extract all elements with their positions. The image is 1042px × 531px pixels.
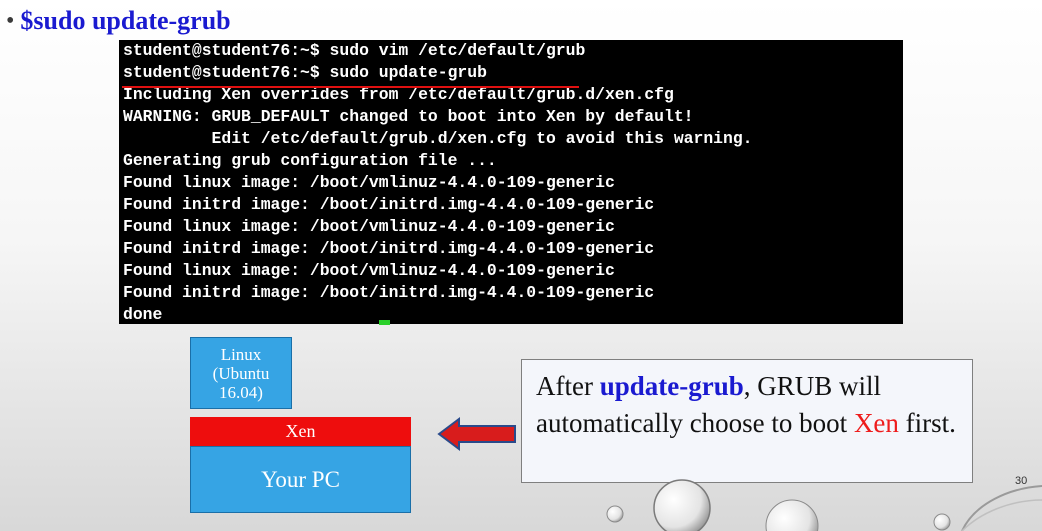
terminal-line: Found initrd image: /boot/initrd.img-4.4…: [123, 239, 655, 258]
terminal-line: Found initrd image: /boot/initrd.img-4.4…: [123, 195, 655, 214]
command-underline: [122, 86, 579, 88]
terminal-line: done: [123, 305, 163, 324]
terminal-line: student@student76:~$ sudo vim /etc/defau…: [123, 41, 586, 60]
callout-text: first.: [898, 408, 956, 438]
callout-text: After: [536, 371, 600, 401]
terminal-line: WARNING: GRUB_DEFAULT changed to boot in…: [123, 107, 694, 126]
terminal-line: Found linux image: /boot/vmlinuz-4.4.0-1…: [123, 261, 615, 280]
terminal-line: student@student76:~$ sudo update-grub: [123, 63, 487, 82]
terminal-line: Edit /etc/default/grub.d/xen.cfg to avoi…: [123, 129, 753, 148]
linux-label-line3: 16.04): [219, 382, 263, 402]
terminal-line: Including Xen overrides from /etc/defaul…: [123, 85, 674, 104]
terminal-line: Found linux image: /boot/vmlinuz-4.4.0-1…: [123, 173, 615, 192]
your-pc-box: Your PC: [190, 446, 411, 513]
linux-box: Linux (Ubuntu 16.04): [190, 337, 292, 409]
terminal-screenshot: student@student76:~$ sudo vim /etc/defau…: [119, 40, 903, 324]
terminal-cursor: [379, 320, 390, 325]
water-droplets-decoration: [606, 479, 1042, 531]
callout-highlight: update-grub: [599, 371, 744, 401]
callout-red-word: Xen: [853, 408, 899, 438]
callout-box: After update-grub, GRUB will automatical…: [521, 359, 973, 483]
terminal-line: Generating grub configuration file ...: [123, 151, 497, 170]
terminal-line: Found linux image: /boot/vmlinuz-4.4.0-1…: [123, 217, 615, 236]
terminal-line: Found initrd image: /boot/initrd.img-4.4…: [123, 283, 655, 302]
bullet-icon: •: [6, 8, 15, 34]
linux-label-line2: (Ubuntu: [212, 363, 270, 383]
slide-heading-line: • $sudo update-grub: [6, 6, 231, 36]
left-arrow-icon: [437, 417, 516, 451]
linux-label-line1: Linux: [220, 344, 262, 364]
xen-box: Xen: [190, 417, 411, 446]
slide-heading: $sudo update-grub: [20, 6, 231, 35]
